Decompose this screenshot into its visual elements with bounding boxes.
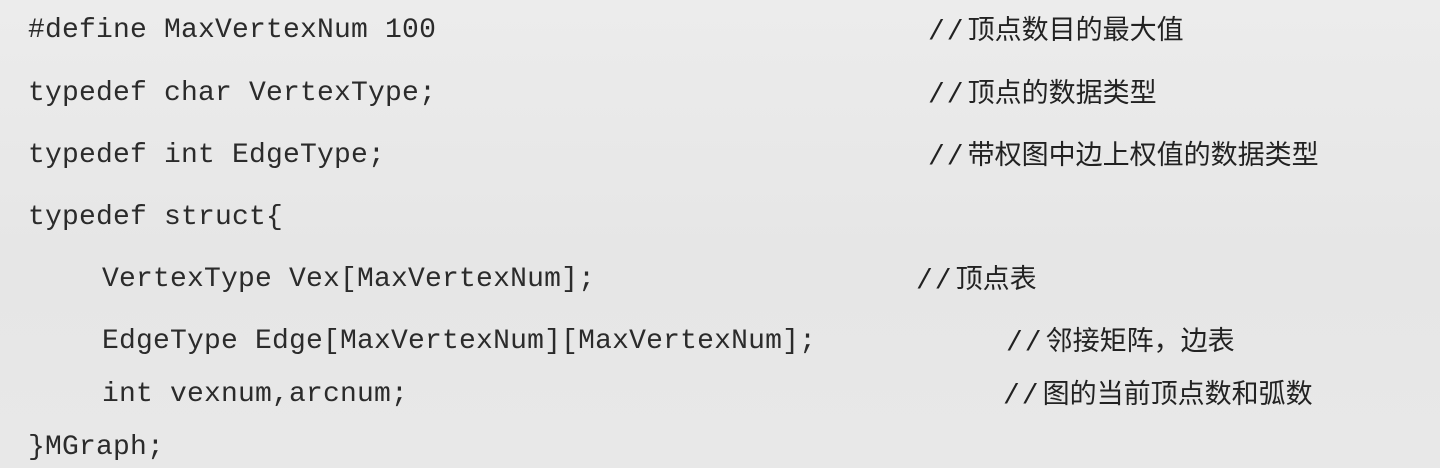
code-line-6: EdgeType Edge[MaxVertexNum][MaxVertexNum…: [0, 320, 1440, 364]
code-text: EdgeType Edge[MaxVertexNum][MaxVertexNum…: [102, 326, 817, 357]
code-line-7: int vexnum,arcnum; //图的当前顶点数和弧数: [0, 373, 1440, 417]
comment-prefix: //: [916, 266, 954, 297]
code-comment: //顶点的数据类型: [928, 72, 1157, 118]
comment-text: 顶点表: [955, 264, 1037, 295]
code-line-1: #define MaxVertexNum 100 //顶点数目的最大值: [0, 9, 1440, 53]
comment-prefix: //: [1006, 328, 1044, 359]
code-comment: //邻接矩阵，边表: [1006, 320, 1235, 366]
comment-prefix: //: [928, 17, 966, 48]
comment-prefix: //: [928, 80, 966, 111]
comment-text: 带权图中边上权值的数据类型: [967, 140, 1319, 171]
code-comment: //带权图中边上权值的数据类型: [928, 134, 1319, 180]
comment-text: 邻接矩阵，边表: [1045, 326, 1235, 357]
code-comment: //图的当前顶点数和弧数: [1003, 373, 1313, 419]
code-text: }MGraph;: [28, 432, 165, 463]
comment-text: 顶点的数据类型: [967, 78, 1157, 109]
code-listing: #define MaxVertexNum 100 //顶点数目的最大值 type…: [0, 0, 1440, 468]
code-comment: //顶点数目的最大值: [928, 9, 1184, 55]
code-text: VertexType Vex[MaxVertexNum];: [102, 264, 596, 295]
code-line-4: typedef struct{: [0, 196, 1440, 240]
code-text: typedef struct{: [28, 202, 284, 233]
comment-prefix: //: [928, 142, 966, 173]
code-line-8: }MGraph;: [0, 426, 1440, 468]
code-text: #define MaxVertexNum 100: [28, 15, 437, 46]
code-line-5: VertexType Vex[MaxVertexNum]; //顶点表: [0, 258, 1440, 302]
comment-text: 图的当前顶点数和弧数: [1042, 379, 1313, 410]
code-text: typedef int EdgeType;: [28, 140, 386, 171]
comment-text: 顶点数目的最大值: [967, 15, 1184, 46]
code-text: int vexnum,arcnum;: [102, 379, 409, 410]
comment-prefix: //: [1003, 381, 1041, 412]
code-comment: //顶点表: [916, 258, 1037, 304]
code-line-3: typedef int EdgeType; //带权图中边上权值的数据类型: [0, 134, 1440, 178]
code-line-2: typedef char VertexType; //顶点的数据类型: [0, 72, 1440, 116]
code-text: typedef char VertexType;: [28, 78, 437, 109]
